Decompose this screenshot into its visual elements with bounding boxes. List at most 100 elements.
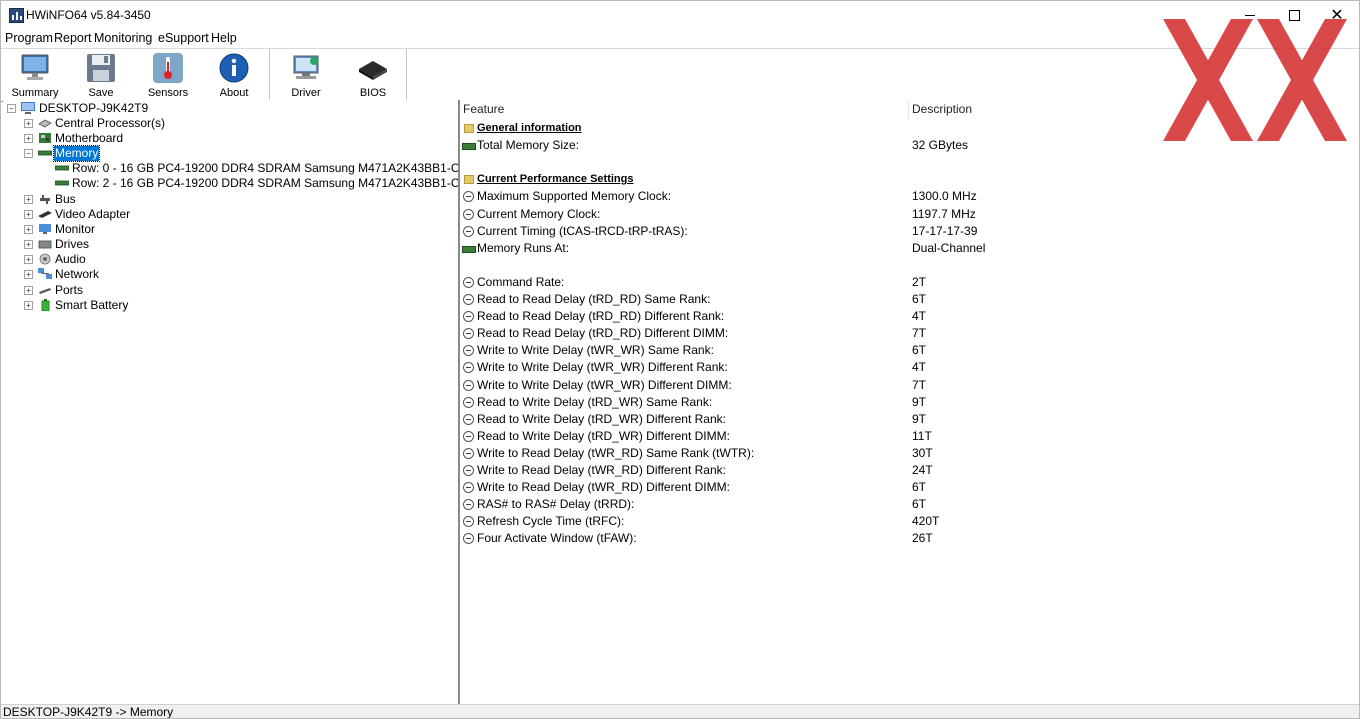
detail-row[interactable]: Write to Write Delay (tWR_WR) Different … — [460, 359, 1359, 376]
detail-row[interactable]: Four Activate Window (tFAW): 26T — [460, 530, 1359, 547]
setting-circle-icon — [463, 380, 474, 391]
app-window: HWiNFO64 v5.84-3450 ✕ Program Report Mon… — [0, 0, 1360, 719]
detail-list[interactable]: Feature Description General information T… — [460, 100, 1359, 704]
tree-item-label: Drives — [55, 237, 90, 251]
ram-module-icon — [462, 143, 476, 150]
collapse-icon[interactable]: − — [7, 104, 16, 113]
minimize-button[interactable] — [1227, 1, 1273, 30]
menu-monitoring[interactable]: Monitoring — [94, 31, 152, 45]
expand-icon[interactable]: + — [24, 210, 33, 219]
tree-item-network[interactable]: + Network — [23, 267, 423, 282]
tree-item-memory-row-2[interactable]: Row: 2 - 16 GB PC4-19200 DDR4 SDRAM Sams… — [54, 176, 458, 191]
tree-root[interactable]: − DESKTOP-J9K42T9 — [7, 101, 407, 116]
setting-circle-icon — [463, 448, 474, 459]
description-cell: 11T — [912, 429, 932, 443]
description-cell: 32 GBytes — [912, 138, 969, 152]
setting-circle-icon — [463, 345, 474, 356]
detail-row[interactable]: Write to Write Delay (tWR_WR) Same Rank:… — [460, 342, 1359, 359]
expand-icon[interactable]: + — [24, 255, 33, 264]
menu-esupport[interactable]: eSupport — [158, 31, 209, 45]
tree-item-label: Memory — [52, 145, 101, 162]
detail-row[interactable]: Read to Write Delay (tRD_WR) Different R… — [460, 411, 1359, 428]
maximize-button[interactable] — [1271, 1, 1317, 30]
driver-update-button[interactable]: Driver Update — [274, 51, 338, 111]
tree-item-audio[interactable]: + Audio — [23, 252, 423, 267]
group-row[interactable]: Current Performance Settings — [460, 171, 1359, 188]
menu-program[interactable]: Program — [5, 31, 53, 45]
expand-icon[interactable]: + — [24, 119, 33, 128]
detail-row[interactable]: Current Timing (tCAS-tRCD-tRP-tRAS): 17-1… — [460, 223, 1359, 240]
tree-item-label: Audio — [55, 252, 86, 266]
detail-row[interactable]: Write to Write Delay (tWR_WR) Different … — [460, 377, 1359, 394]
tree-item-label: Motherboard — [55, 131, 124, 145]
detail-row[interactable]: Read to Read Delay (tRD_RD) Different Ra… — [460, 308, 1359, 325]
detail-row[interactable]: Command Rate: 2T — [460, 274, 1359, 291]
description-cell: 420T — [912, 514, 940, 528]
thermometer-icon — [152, 53, 184, 83]
detail-row[interactable]: Read to Read Delay (tRD_RD) Different DI… — [460, 325, 1359, 342]
tree-item-drives[interactable]: + Drives — [23, 237, 423, 252]
detail-row[interactable]: Current Memory Clock: 1197.7 MHz — [460, 206, 1359, 223]
tree-item-cpu[interactable]: + Central Processor(s) — [23, 116, 423, 131]
tree-item-memory[interactable]: − Memory — [23, 145, 423, 162]
detail-row[interactable]: Write to Read Delay (tWR_RD) Different R… — [460, 462, 1359, 479]
detail-row[interactable]: Read to Write Delay (tRD_WR) Different D… — [460, 428, 1359, 445]
menu-help[interactable]: Help — [211, 31, 237, 45]
expand-icon[interactable]: + — [24, 301, 33, 310]
expand-icon[interactable]: + — [24, 286, 33, 295]
description-cell: 6T — [912, 497, 927, 511]
group-row[interactable]: General information — [460, 120, 1359, 137]
collapse-icon[interactable]: − — [24, 149, 33, 158]
menu-report[interactable]: Report — [54, 31, 92, 45]
feature-cell: Total Memory Size: — [477, 138, 580, 152]
column-divider[interactable] — [908, 100, 909, 119]
folder-icon — [464, 175, 474, 184]
tree-item-ports[interactable]: + Ports — [23, 283, 423, 298]
setting-circle-icon — [463, 311, 474, 322]
expand-icon[interactable]: + — [24, 240, 33, 249]
feature-cell: Read to Write Delay (tRD_WR) Same Rank: — [477, 395, 713, 409]
toolbar-separator — [406, 49, 407, 100]
tree-item-bus[interactable]: + Bus — [23, 192, 423, 207]
detail-row[interactable]: Write to Read Delay (tWR_RD) Same Rank (… — [460, 445, 1359, 462]
detail-row[interactable]: Read to Read Delay (tRD_RD) Same Rank: 6T — [460, 291, 1359, 308]
setting-circle-icon — [463, 277, 474, 288]
expand-icon[interactable]: + — [24, 225, 33, 234]
detail-row[interactable]: Read to Write Delay (tRD_WR) Same Rank: 9… — [460, 394, 1359, 411]
close-button[interactable]: ✕ — [1314, 1, 1359, 30]
detail-row[interactable]: Refresh Cycle Time (tRFC): 420T — [460, 513, 1359, 530]
detail-row[interactable]: Maximum Supported Memory Clock: 1300.0 MH… — [460, 188, 1359, 205]
expand-icon[interactable]: + — [24, 195, 33, 204]
tree-item-label: Bus — [55, 192, 76, 206]
tree-item-smart-battery[interactable]: + Smart Battery — [23, 298, 423, 313]
bios-update-button[interactable]: BIOS Update — [342, 51, 404, 111]
detail-row[interactable]: Memory Runs At: Dual-Channel — [460, 240, 1359, 257]
column-header-description[interactable]: Description — [912, 100, 972, 119]
description-cell: 2T — [912, 275, 927, 289]
device-tree[interactable]: − DESKTOP-J9K42T9 + Central Processor(s)… — [3, 100, 460, 704]
detail-row[interactable]: Total Memory Size: 32 GBytes — [460, 137, 1359, 154]
expand-icon[interactable]: + — [24, 270, 33, 279]
tree-item-motherboard[interactable]: + Motherboard — [23, 131, 423, 146]
close-icon: ✕ — [1330, 6, 1344, 24]
tree-item-memory-row-0[interactable]: Row: 0 - 16 GB PC4-19200 DDR4 SDRAM Sams… — [54, 161, 458, 176]
drives-icon — [38, 238, 52, 250]
column-header-feature[interactable]: Feature — [463, 100, 504, 119]
description-cell: 17-17-17-39 — [912, 224, 978, 238]
detail-row[interactable]: RAS# to RAS# Delay (tRRD): 6T — [460, 496, 1359, 513]
tree-item-monitor[interactable]: + Monitor — [23, 222, 423, 237]
sensors-button[interactable]: Sensors — [142, 51, 194, 99]
hwinfo-app-icon — [9, 8, 24, 23]
tree-item-label: Smart Battery — [55, 298, 129, 312]
summary-button[interactable]: Summary — [7, 51, 63, 99]
tree-item-video-adapter[interactable]: + Video Adapter — [23, 207, 423, 222]
description-cell: 4T — [912, 360, 927, 374]
expand-icon[interactable]: + — [24, 134, 33, 143]
detail-row[interactable]: Write to Read Delay (tWR_RD) Different D… — [460, 479, 1359, 496]
feature-cell: Refresh Cycle Time (tRFC): — [477, 514, 625, 528]
setting-circle-icon — [463, 465, 474, 476]
setting-circle-icon — [463, 499, 474, 510]
tree-item-label: Central Processor(s) — [55, 116, 166, 130]
save-report-button[interactable]: Save Report — [71, 51, 131, 111]
about-button[interactable]: About — [208, 51, 260, 99]
